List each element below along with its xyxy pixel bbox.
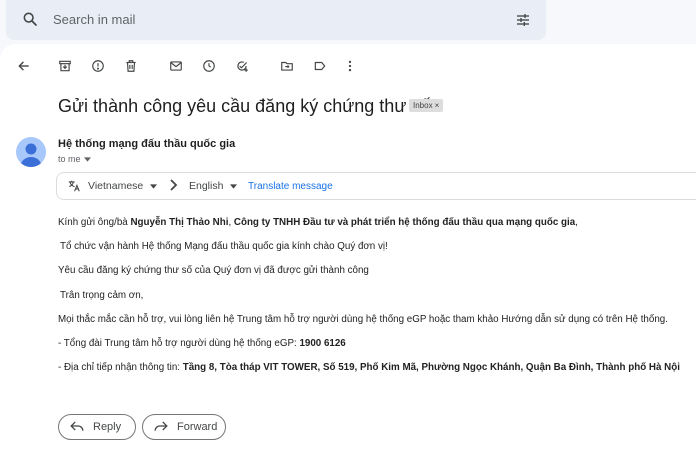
report-spam-button[interactable] bbox=[84, 52, 112, 80]
report-spam-icon bbox=[91, 59, 105, 73]
add-task-button[interactable] bbox=[228, 52, 256, 80]
sender-name[interactable]: Hệ thống mạng đấu thầu quốc gia bbox=[58, 138, 235, 150]
forward-icon bbox=[154, 420, 168, 435]
caret-down-icon bbox=[83, 154, 91, 164]
greeting-company: Công ty TNHH Đầu tư và phát triển hệ thố… bbox=[233, 217, 576, 228]
search-icon[interactable] bbox=[22, 11, 38, 32]
avatar[interactable] bbox=[16, 137, 46, 167]
translate-bar: Vietnamese English Translate message bbox=[56, 172, 696, 200]
address-line: - Địa chỉ tiếp nhận thông tin: Tầng 8, T… bbox=[58, 362, 680, 373]
inbox-label-text: Inbox bbox=[413, 101, 433, 110]
greeting-suffix: , bbox=[575, 217, 578, 228]
target-language-label: English bbox=[189, 180, 224, 192]
trash-icon bbox=[124, 59, 138, 73]
remove-label-icon[interactable]: × bbox=[435, 101, 440, 110]
archive-icon bbox=[58, 59, 72, 73]
hotline-line: - Tổng đài Trung tâm hỗ trợ người dùng h… bbox=[58, 338, 346, 349]
label-icon bbox=[313, 59, 327, 73]
greeting-name: Nguyễn Thị Thảo Nhi bbox=[130, 217, 229, 228]
body-line-status: Yêu cầu đăng ký chứng thư số của Quý đơn… bbox=[58, 265, 369, 276]
source-language-select[interactable]: Vietnamese bbox=[88, 180, 158, 192]
translate-icon bbox=[67, 179, 81, 196]
move-to-icon bbox=[280, 59, 294, 73]
clock-icon bbox=[202, 59, 216, 73]
add-task-icon bbox=[235, 59, 249, 73]
chevron-right-icon bbox=[170, 179, 178, 194]
body-line-intro: Tổ chức vận hành Hệ thống Mạng đấu thầu … bbox=[60, 241, 388, 252]
message-view: Gửi thành công yêu cầu đăng ký chứng thư… bbox=[0, 44, 696, 452]
greeting-prefix: Kính gửi ông/bà bbox=[58, 217, 131, 228]
recipients-text: to me bbox=[58, 154, 81, 164]
mark-unread-button[interactable] bbox=[162, 52, 190, 80]
recipients-toggle[interactable]: to me bbox=[58, 154, 91, 164]
reply-button[interactable]: Reply bbox=[58, 414, 136, 440]
reply-label: Reply bbox=[93, 421, 122, 433]
search-input[interactable]: Search in mail bbox=[53, 12, 135, 27]
reply-icon bbox=[70, 420, 84, 435]
body-line-support: Mọi thắc mắc cần hỗ trợ, vui lòng liên h… bbox=[58, 314, 668, 325]
greeting-line: Kính gửi ông/bà Nguyễn Thị Thảo Nhi, Côn… bbox=[58, 217, 578, 228]
search-bar[interactable]: Search in mail bbox=[6, 0, 546, 40]
hotline-number: 1900 6126 bbox=[299, 338, 346, 349]
back-button[interactable] bbox=[10, 52, 38, 80]
arrow-back-icon bbox=[17, 59, 31, 73]
address-value: Tầng 8, Tòa tháp VIT TOWER, Số 519, Phố … bbox=[182, 362, 680, 373]
source-language-label: Vietnamese bbox=[88, 180, 144, 192]
move-to-button[interactable] bbox=[273, 52, 301, 80]
filter-options-icon[interactable] bbox=[515, 12, 531, 33]
mail-icon bbox=[169, 59, 183, 73]
translate-message-link[interactable]: Translate message bbox=[248, 181, 333, 192]
forward-label: Forward bbox=[177, 421, 218, 433]
delete-button[interactable] bbox=[117, 52, 145, 80]
snooze-button[interactable] bbox=[195, 52, 223, 80]
body-line-thanks: Trân trọng cảm ơn, bbox=[60, 290, 144, 301]
more-options-button[interactable] bbox=[336, 52, 364, 80]
inbox-label-chip[interactable]: Inbox × bbox=[409, 99, 444, 112]
address-label: - Địa chỉ tiếp nhận thông tin: bbox=[58, 362, 183, 373]
forward-button[interactable]: Forward bbox=[142, 414, 226, 440]
target-language-select[interactable]: English bbox=[189, 180, 238, 192]
email-subject: Gửi thành công yêu cầu đăng ký chứng thư… bbox=[58, 96, 431, 116]
more-vert-icon bbox=[343, 59, 357, 73]
hotline-label: - Tổng đài Trung tâm hỗ trợ người dùng h… bbox=[58, 338, 300, 349]
archive-button[interactable] bbox=[51, 52, 79, 80]
label-button[interactable] bbox=[306, 52, 334, 80]
top-bar: Search in mail bbox=[0, 0, 696, 44]
